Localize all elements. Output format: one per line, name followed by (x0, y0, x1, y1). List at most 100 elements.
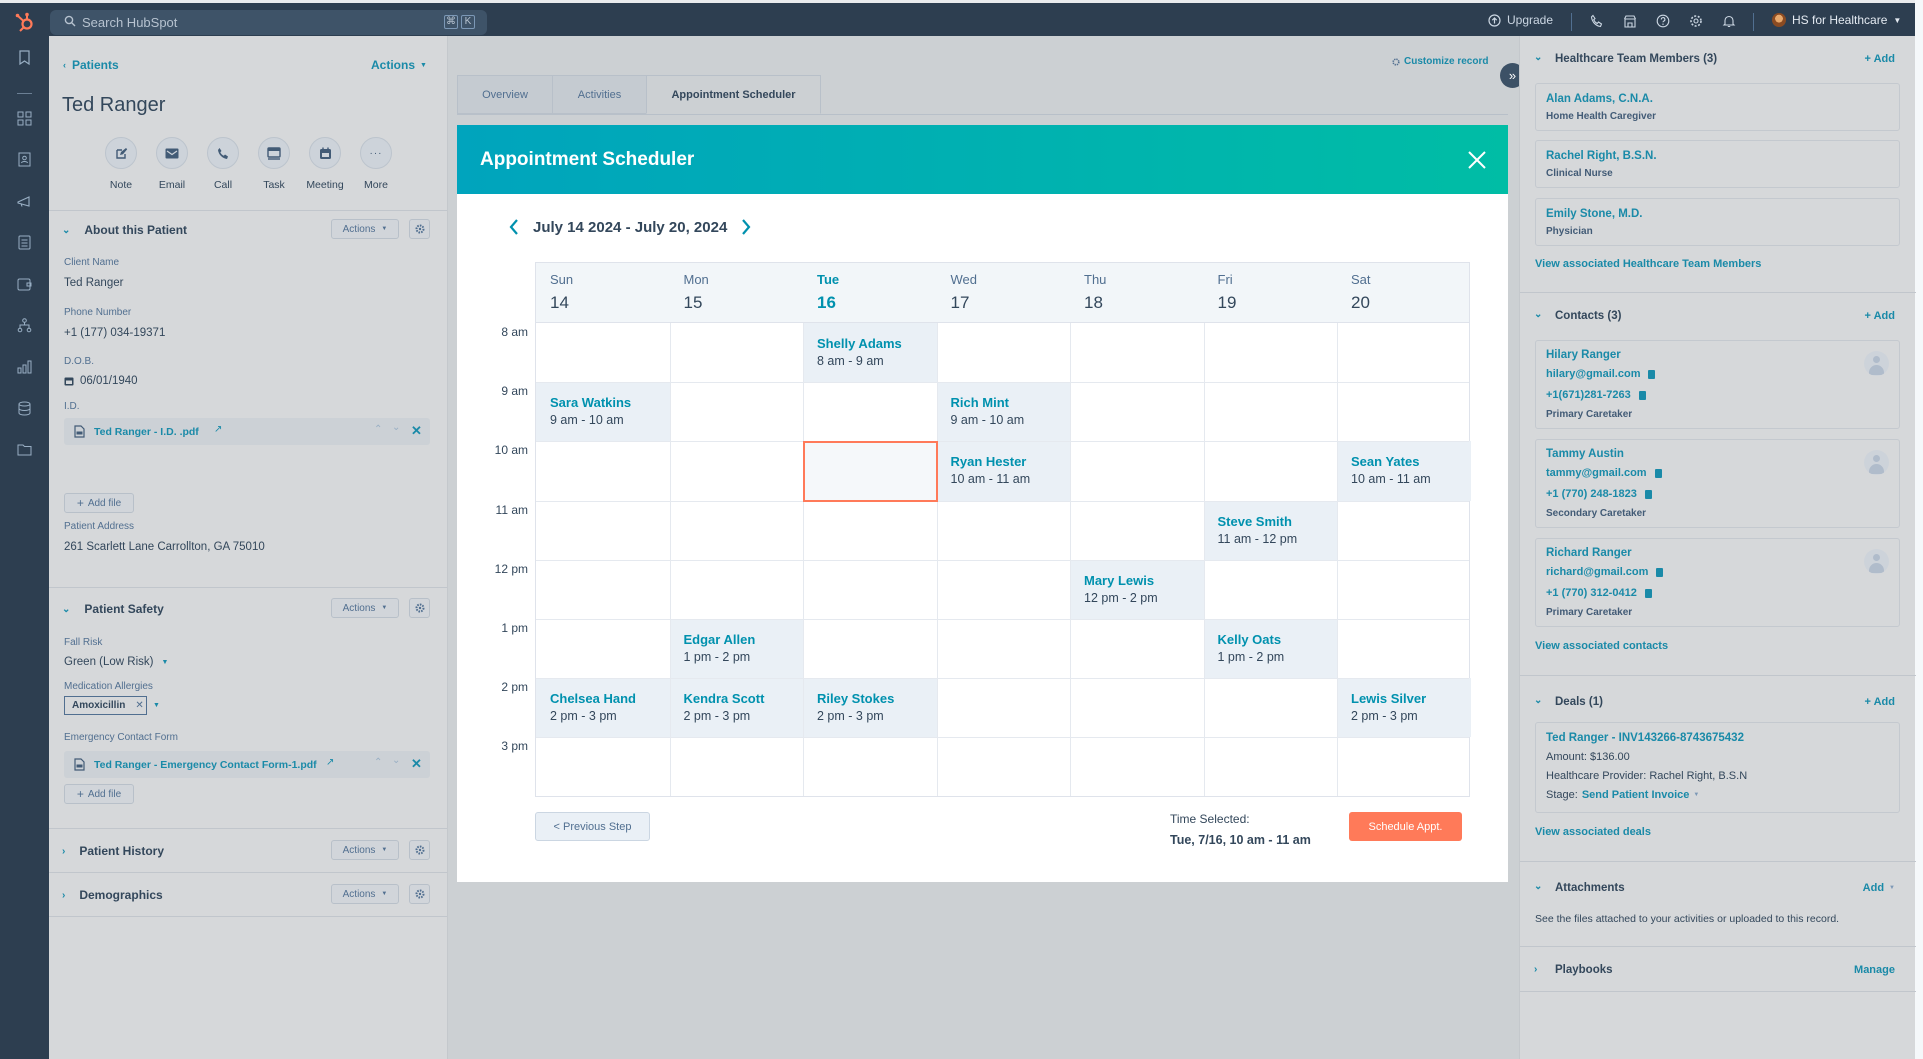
tab-activities[interactable]: Activities (552, 75, 647, 114)
appointment-block[interactable]: Mary Lewis 12 pm - 2 pm (1070, 559, 1204, 619)
call-button[interactable]: Call (198, 137, 248, 191)
time-slot[interactable] (1204, 323, 1338, 382)
time-slot[interactable] (1070, 619, 1204, 678)
selected-time-slot[interactable] (803, 441, 938, 502)
demographics-actions-button[interactable]: Actions ▼ (331, 884, 399, 904)
safety-actions-button[interactable]: Actions ▼ (331, 598, 399, 618)
copy-icon[interactable] (1638, 390, 1646, 400)
time-slot[interactable] (1337, 501, 1471, 560)
time-slot[interactable] (670, 737, 804, 796)
team-section-title[interactable]: Healthcare Team Members (3) (1555, 53, 1717, 65)
safety-settings-button[interactable] (409, 598, 430, 618)
remove-file-icon[interactable]: ✕ (411, 423, 422, 439)
appointment-block[interactable]: Ryan Hester 10 am - 11 am (936, 441, 1070, 501)
add-deal-button[interactable]: + Add (1865, 696, 1895, 708)
contact-phone[interactable]: +1(671)281-7263 (1546, 389, 1646, 401)
customize-record-link[interactable]: Customize record (1392, 56, 1488, 67)
close-icon[interactable] (1464, 147, 1490, 173)
history-actions-button[interactable]: Actions ▼ (331, 840, 399, 860)
add-id-file-button[interactable]: + Add file (64, 493, 134, 513)
chevron-right-icon[interactable]: › (1534, 964, 1537, 975)
about-settings-button[interactable] (409, 219, 430, 239)
search-input[interactable]: Search HubSpot ⌘ K (50, 10, 487, 35)
account-menu[interactable]: HS for Healthcare ▼ (1772, 13, 1901, 27)
external-link-icon[interactable]: ↗ (214, 424, 222, 435)
contact-card[interactable]: Tammy Austin tammy@gmail.com +1 (770) 24… (1535, 439, 1900, 528)
appointment-block[interactable]: Sara Watkins 9 am - 10 am (536, 382, 670, 442)
chevron-down-icon[interactable]: ⌄ (1534, 695, 1542, 706)
next-week-chevron-icon[interactable] (739, 217, 753, 237)
time-slot[interactable] (1070, 382, 1204, 441)
time-slot[interactable] (536, 441, 670, 500)
external-link-icon[interactable]: ↗ (326, 757, 334, 768)
history-settings-button[interactable] (409, 840, 430, 860)
time-slot[interactable] (937, 619, 1071, 678)
view-team-members-link[interactable]: View associated Healthcare Team Members (1535, 258, 1761, 270)
automation-icon[interactable] (16, 317, 33, 334)
time-slot[interactable] (803, 501, 937, 560)
contacts-icon[interactable] (16, 151, 33, 168)
record-actions-menu[interactable]: Actions ▼ (371, 58, 427, 72)
help-icon[interactable] (1656, 14, 1670, 28)
workspaces-icon[interactable] (16, 110, 33, 127)
hubspot-logo-icon[interactable] (14, 11, 36, 33)
time-slot[interactable] (670, 441, 804, 500)
bookmark-icon[interactable] (16, 49, 33, 66)
appointment-block[interactable]: Rich Mint 9 am - 10 am (936, 382, 1070, 442)
contact-phone[interactable]: +1 (770) 248-1823 (1546, 488, 1652, 500)
demographics-settings-button[interactable] (409, 884, 430, 904)
contact-card[interactable]: Richard Ranger richard@gmail.com +1 (770… (1535, 538, 1900, 627)
address-value[interactable]: 261 Scarlett Lane Carrollton, GA 75010 (64, 541, 265, 553)
view-contacts-link[interactable]: View associated contacts (1535, 640, 1668, 652)
appointment-block[interactable]: Kendra Scott 2 pm - 3 pm (669, 678, 803, 738)
team-member-name[interactable]: Emily Stone, M.D. (1546, 208, 1643, 220)
appointment-block[interactable]: Sean Yates 10 am - 11 am (1337, 441, 1471, 501)
contact-name[interactable]: Hilary Ranger (1546, 349, 1621, 361)
team-member-card[interactable]: Alan Adams, C.N.A. Home Health Caregiver (1535, 83, 1900, 131)
chevron-down-icon[interactable]: ⌄ (1534, 881, 1542, 892)
history-section-header[interactable]: › Patient History (62, 844, 164, 858)
copy-icon[interactable] (1654, 468, 1662, 478)
caret-down-icon[interactable]: ▼ (1693, 792, 1699, 798)
playbooks-section-title[interactable]: Playbooks (1555, 964, 1613, 976)
dob-field[interactable]: 06/01/1940 (64, 375, 138, 387)
client-name-value[interactable]: Ted Ranger (64, 277, 123, 289)
deal-card[interactable]: Ted Ranger - INV143266-8743675432 Amount… (1535, 722, 1900, 813)
time-slot[interactable] (1070, 441, 1204, 500)
time-slot[interactable] (1070, 678, 1204, 737)
contact-name[interactable]: Richard Ranger (1546, 547, 1632, 559)
data-icon[interactable] (16, 400, 33, 417)
manage-playbooks-link[interactable]: Manage (1854, 964, 1895, 976)
chevron-down-icon[interactable]: ⌄ (1534, 52, 1542, 63)
demographics-section-header[interactable]: › Demographics (62, 888, 163, 902)
time-slot[interactable] (937, 501, 1071, 560)
tab-appointment-scheduler[interactable]: Appointment Scheduler (646, 75, 821, 114)
appointment-block[interactable]: Kelly Oats 1 pm - 2 pm (1203, 619, 1337, 679)
appointment-block[interactable]: Steve Smith 11 am - 12 pm (1203, 500, 1337, 560)
breadcrumb[interactable]: ‹ Patients (63, 58, 119, 72)
settings-icon[interactable] (1689, 14, 1703, 28)
time-slot[interactable] (536, 501, 670, 560)
time-slot[interactable] (803, 560, 937, 619)
appointment-block[interactable]: Shelly Adams 8 am - 9 am (803, 323, 937, 383)
add-attachment-menu[interactable]: Add ▼ (1863, 882, 1895, 894)
marketplace-icon[interactable] (1623, 14, 1637, 28)
contact-email[interactable]: richard@gmail.com (1546, 566, 1664, 578)
time-slot[interactable] (670, 323, 804, 382)
time-slot[interactable] (1337, 560, 1471, 619)
appointment-block[interactable]: Lewis Silver 2 pm - 3 pm (1337, 678, 1471, 738)
move-down-icon[interactable]: ⌄ (392, 422, 400, 433)
emergency-file-link[interactable]: Ted Ranger - Emergency Contact Form-1.pd… (94, 759, 317, 771)
time-slot[interactable] (536, 323, 670, 382)
time-slot[interactable] (803, 619, 937, 678)
contact-card[interactable]: Hilary Ranger hilary@gmail.com +1(671)28… (1535, 340, 1900, 429)
more-button[interactable]: ··· More (351, 137, 401, 191)
appointment-block[interactable]: Riley Stokes 2 pm - 3 pm (803, 678, 937, 738)
team-member-name[interactable]: Alan Adams, C.N.A. (1546, 93, 1653, 105)
appointment-block[interactable]: Edgar Allen 1 pm - 2 pm (669, 619, 803, 679)
time-slot[interactable] (536, 560, 670, 619)
remove-file-icon[interactable]: ✕ (411, 756, 422, 772)
task-button[interactable]: Task (249, 137, 299, 191)
team-member-name[interactable]: Rachel Right, B.S.N. (1546, 150, 1657, 162)
time-slot[interactable] (1337, 382, 1471, 441)
